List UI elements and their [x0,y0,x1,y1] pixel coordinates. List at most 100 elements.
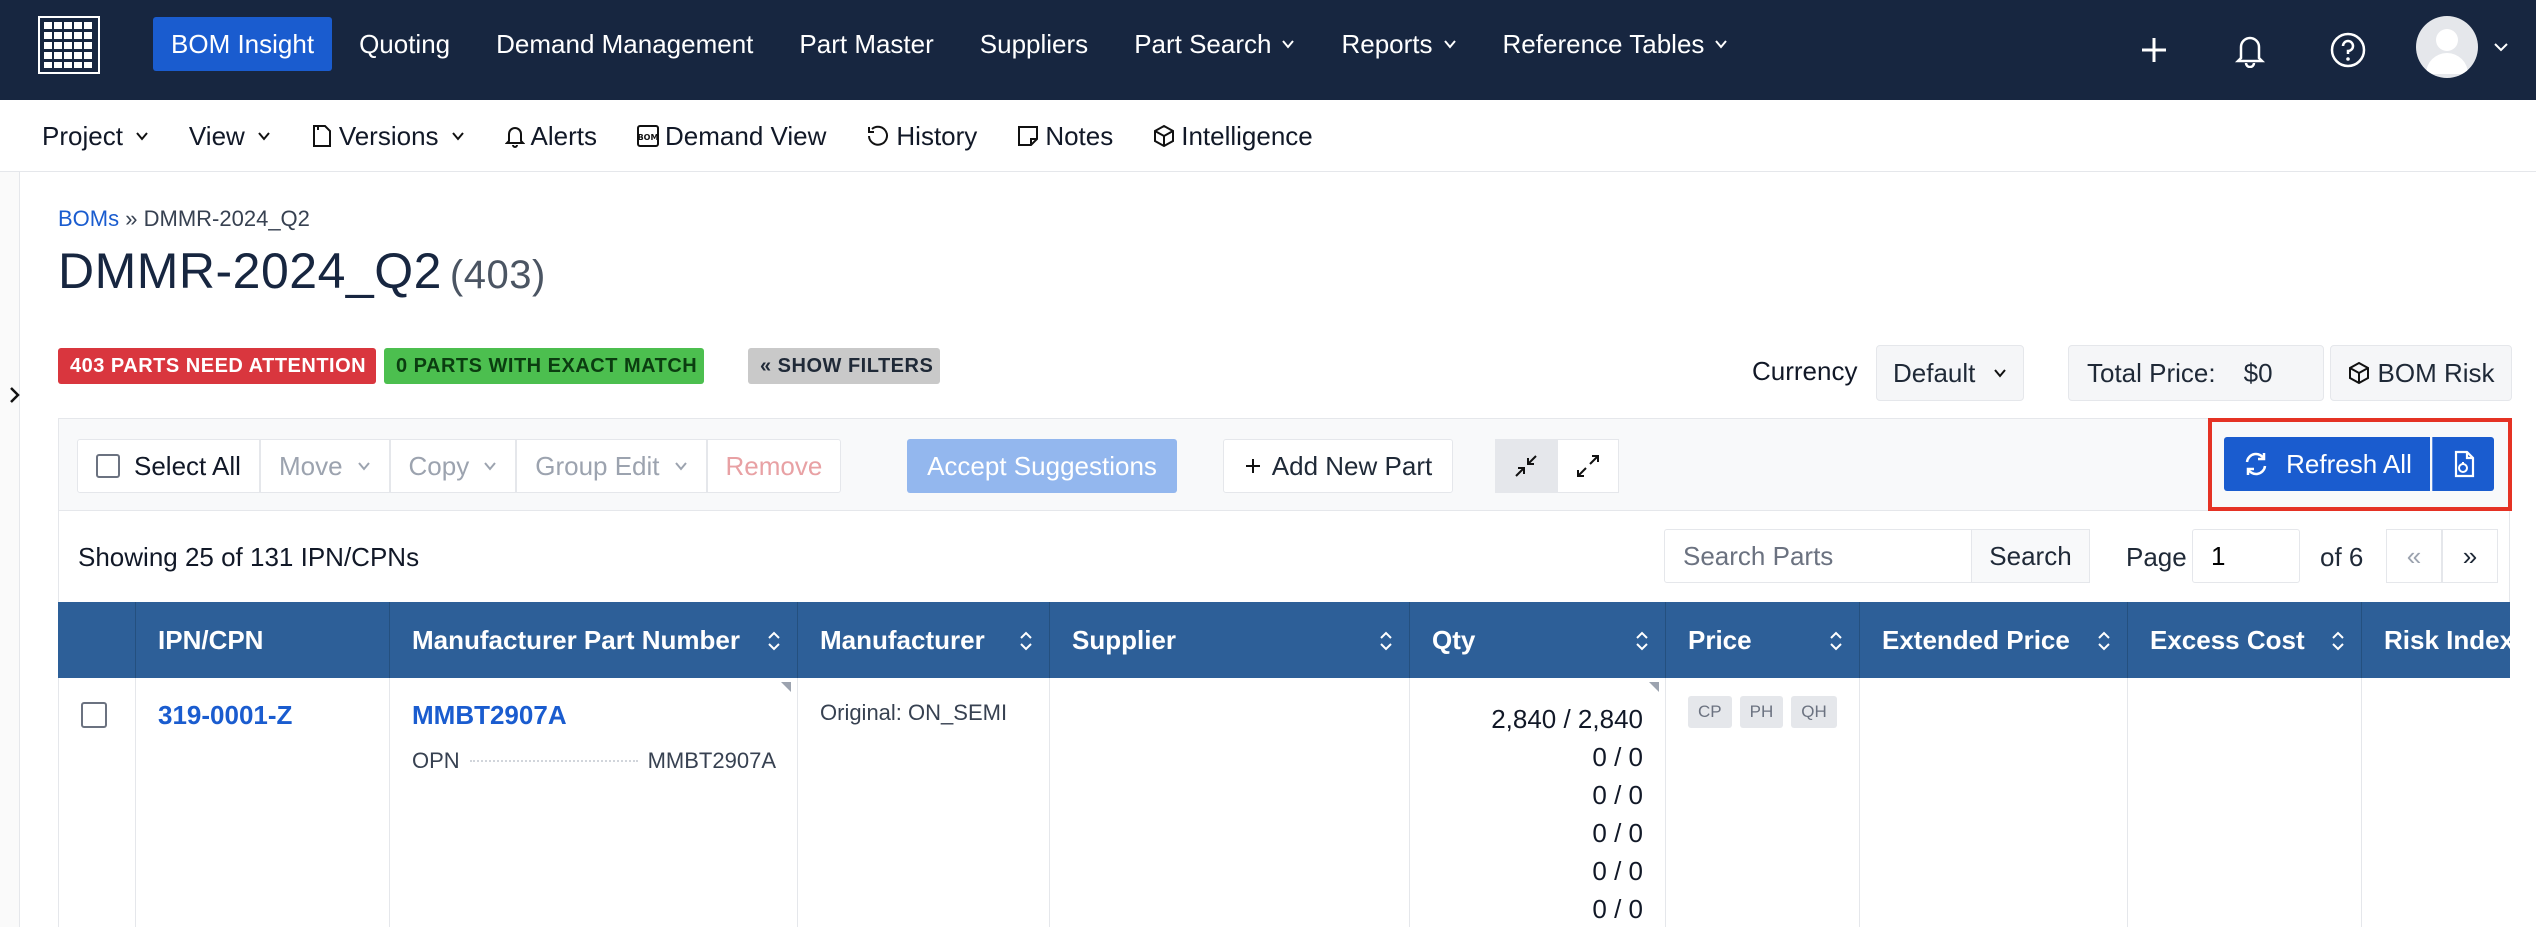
checkbox[interactable] [96,454,120,478]
column-header-supplier[interactable]: Supplier [1050,602,1410,678]
intelligence-link[interactable]: Intelligence [1133,112,1333,160]
chevron-down-icon [451,132,464,141]
price-tag-ph[interactable]: PH [1739,696,1784,728]
expand-icon[interactable] [1557,439,1619,493]
chevron-down-icon[interactable] [2492,38,2510,56]
opn-row: OPN MMBT2907A [412,748,776,774]
chevron-down-icon [1443,40,1456,49]
move-label: Move [278,450,343,481]
sort-icon[interactable] [1379,630,1393,652]
breadcrumb: BOMs » DMMR-2024_Q2 [58,206,310,232]
export-file-icon[interactable] [2432,437,2494,491]
history-link[interactable]: History [846,112,997,160]
search-button[interactable]: Search [1972,529,2090,583]
column-header-price[interactable]: Price [1666,602,1860,678]
table-header: IPN/CPN Manufacturer Part Number Manufac… [58,602,2514,678]
column-label: Extended Price [1882,624,2070,655]
nav-suppliers[interactable]: Suppliers [957,17,1111,71]
nav-label: Suppliers [979,28,1089,59]
column-header-risk-index[interactable]: Risk Index [2362,602,2514,678]
page-number-input[interactable] [2192,529,2300,583]
opn-value: MMBT2907A [647,748,776,773]
sort-icon[interactable] [2331,630,2345,652]
avatar[interactable] [2416,16,2478,78]
history-label: History [896,120,978,151]
nav-bom-insight[interactable]: BOM Insight [153,17,333,71]
alerts-link[interactable]: Alerts [485,112,617,160]
edit-marker [1649,682,1659,692]
nav-part-search[interactable]: Part Search [1111,17,1318,71]
select-all-label: Select All [134,450,241,481]
remove-button[interactable]: Remove [706,439,842,493]
show-filters-button[interactable]: « SHOW FILTERS [748,348,940,384]
excess-cost-cell [2128,678,2362,927]
left-sidebar-rail [0,172,20,927]
sort-icon[interactable] [1019,630,1033,652]
collapse-icon[interactable] [1495,439,1557,493]
sort-icon[interactable] [767,630,781,652]
nav-part-master[interactable]: Part Master [776,17,956,71]
history-icon [868,125,889,146]
nav-label: Reference Tables [1502,28,1705,59]
column-header-manufacturer[interactable]: Manufacturer [798,602,1050,678]
demand-view-link[interactable]: BOM Demand View [617,112,846,160]
column-header-excess-cost[interactable]: Excess Cost [2128,602,2362,678]
select-all-checkbox[interactable]: Select All [77,439,260,493]
sort-icon[interactable] [1635,630,1649,652]
sort-icon[interactable] [2097,630,2111,652]
chevron-down-icon [674,462,687,471]
help-icon[interactable] [2322,24,2374,76]
bom-name: DMMR-2024_Q2 [58,243,442,299]
versions-menu[interactable]: Versions [291,112,485,160]
exact-match-badge[interactable]: 0 PARTS WITH EXACT MATCH [384,348,704,384]
refresh-all-button[interactable]: Refresh All [2224,437,2430,491]
column-header-qty[interactable]: Qty [1410,602,1666,678]
top-navigation-bar: BOM Insight Quoting Demand Management Pa… [0,0,2536,100]
plus-icon[interactable] [2128,24,2180,76]
svg-text:BOM: BOM [638,133,659,142]
currency-select[interactable]: Default [1876,345,2024,401]
secondary-toolbar: Project View Versions Alerts BOM Demand … [0,100,2536,172]
column-header-ipn[interactable]: IPN/CPN [136,602,390,678]
bulk-actions: Select All Move Copy Group Edit Remove [77,439,842,493]
nav-reference-tables[interactable]: Reference Tables [1480,17,1752,71]
copy-button[interactable]: Copy [389,439,517,493]
bom-risk-button[interactable]: BOM Risk [2330,345,2512,401]
group-edit-button[interactable]: Group Edit [516,439,707,493]
total-price: Total Price: $0 [2068,345,2324,401]
price-tag-qh[interactable]: QH [1791,696,1837,728]
move-button[interactable]: Move [259,439,390,493]
price-tags: CP PH QH [1688,696,1837,728]
bell-icon[interactable] [2224,24,2276,76]
column-header-extended-price[interactable]: Extended Price [1860,602,2128,678]
search-parts-input[interactable] [1664,529,1972,583]
intelligence-label: Intelligence [1181,120,1313,151]
chevron-down-icon [136,132,148,141]
nav-demand-management[interactable]: Demand Management [473,17,776,71]
row-checkbox[interactable] [81,702,107,728]
nav-quoting[interactable]: Quoting [336,17,473,71]
ipn-link[interactable]: 319-0001-Z [158,700,292,731]
bom-risk-label: BOM Risk [2377,357,2495,388]
document-icon [312,125,331,147]
refresh-icon [2245,452,2267,476]
view-menu[interactable]: View [169,112,291,160]
breadcrumb-boms-link[interactable]: BOMs [58,206,119,231]
column-header-mpn[interactable]: Manufacturer Part Number [390,602,798,678]
attention-badge[interactable]: 403 PARTS NEED ATTENTION [58,348,376,384]
nav-reports[interactable]: Reports [1318,17,1479,71]
project-menu[interactable]: Project [22,112,169,160]
app-grid-icon[interactable] [38,16,100,74]
sort-icon[interactable] [1829,630,1843,652]
previous-page-button[interactable]: « [2386,529,2442,583]
mpn-link[interactable]: MMBT2907A [412,700,567,731]
price-tag-cp[interactable]: CP [1688,696,1732,728]
demand-view-label: Demand View [665,120,827,151]
notes-link[interactable]: Notes [997,112,1133,160]
add-new-part-button[interactable]: Add New Part [1223,439,1453,493]
group-edit-label: Group Edit [535,450,660,481]
next-page-button[interactable]: » [2442,529,2498,583]
accept-suggestions-button[interactable]: Accept Suggestions [907,439,1177,493]
chevron-right-icon[interactable] [6,382,24,408]
nav-label: BOM Insight [171,28,315,59]
